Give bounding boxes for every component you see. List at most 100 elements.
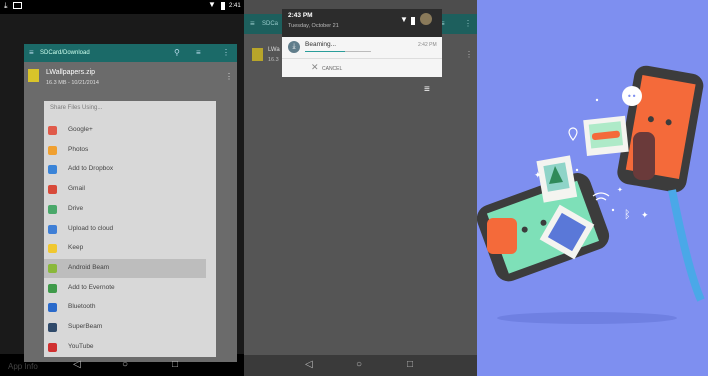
share-option-label: Bluetooth [68,303,96,311]
wifi-icon: ▼ [208,0,216,9]
share-option-label: SuperBeam [68,323,103,330]
overflow-menu-icon[interactable]: ⋮ [464,19,472,28]
share-option[interactable]: Add to Evernote [44,279,206,298]
beaming-progress-fill [305,51,345,52]
overflow-menu-icon[interactable]: ⋮ [222,48,230,57]
share-option[interactable]: Android Beam [44,258,206,278]
file-list: LWa 16.3 ⋮ ≡ [244,34,477,355]
share-option-label: Android Beam [68,263,110,271]
cancel-button[interactable]: CANCEL [322,66,342,72]
notif-time: 2:43 PM [288,12,313,19]
battery-icon [411,17,415,25]
add-to-dropbox-icon [48,165,57,175]
beaming-label: Beaming... [305,41,337,48]
upper-phone [617,65,704,193]
location-icon [568,127,578,141]
battery-icon [221,2,225,10]
add-to-evernote-icon [48,283,57,293]
google--icon [48,126,57,135]
drive-icon [48,204,57,214]
sparkle-icon: ✦ [534,171,542,181]
share-option[interactable]: Bluetooth [44,298,206,317]
back-button[interactable]: ◁ [73,359,81,371]
status-bar: ⤓ ▼ 2:41 [0,0,244,14]
file-name: LWa [268,47,280,53]
beaming-time: 2:42 PM [418,42,437,48]
menu-icon[interactable]: ≡ [250,19,255,28]
notification-header: 2:43 PM Tuesday, October 21 ▼ [282,9,442,37]
file-overflow-icon[interactable]: ⋮ [225,72,233,81]
back-button[interactable]: ◁ [305,359,313,371]
beaming-notification[interactable]: ⤓ Beaming... 2:42 PM ✕ CANCEL [282,37,442,77]
notif-divider [282,58,442,59]
share-option-label: Gmail [68,185,85,193]
beaming-screen: ≡ SDCa ≡ ⋮ LWa 16.3 ⋮ ≡ 2:43 PM Tuesday,… [244,0,477,376]
share-option-label: Upload to cloud [68,224,114,232]
share-option[interactable]: YouTube [44,338,206,357]
app-bar-title: SDCa [262,21,279,27]
sparkle-icon: ✦ [617,186,623,194]
home-button[interactable]: ○ [122,359,128,371]
svg-text:••: •• [627,92,636,101]
keep-icon [48,244,57,254]
beam-icon: ≡ [424,84,430,95]
menu-icon[interactable]: ≡ [29,48,34,57]
share-option-label: Google+ [68,126,93,133]
recents-button[interactable]: □ [407,359,413,371]
share-option-label: Keep [68,244,84,252]
avatar[interactable] [420,13,432,25]
superbeam-icon [48,323,57,332]
nav-bar: ◁ ○ □ [244,355,477,376]
trail [668,189,705,302]
search-icon[interactable]: ⚲ [174,48,180,57]
upper-hand [633,132,655,180]
share-sheet: Share Files Using... Google+ Photos Add to… [44,101,216,357]
share-option-label: YouTube [68,342,94,350]
app-bar: ≡ SDCard/Download ⚲ ≡ ⋮ [24,44,237,62]
zip-icon [252,48,263,61]
shadow-ellipse [497,312,677,324]
bluetooth-icon: ᛒ [624,208,631,221]
recents-button[interactable]: □ [172,359,178,371]
share-option[interactable]: Upload to cloud [44,220,206,239]
android-beam-illustration: •• ᛒ ✦ ✦ ✦ [477,0,708,376]
share-option-label: Add to Evernote [68,283,115,291]
beam-illustration-svg: •• ᛒ ✦ ✦ ✦ [477,65,705,324]
wifi-icon: ▼ [400,15,408,24]
lower-hand [487,218,517,254]
home-button[interactable]: ○ [356,359,362,371]
sort-icon[interactable]: ≡ [196,48,201,57]
image-icon [13,2,22,9]
android-beam-icon [48,263,57,273]
photos-icon [48,145,57,155]
share-sheet-title: Share Files Using... [50,105,103,111]
download-icon: ⤓ [4,1,8,10]
share-option[interactable]: Photos [44,141,206,160]
share-option[interactable]: Google+ [44,121,206,140]
share-option[interactable]: Keep [44,239,206,258]
file-meta: 16.3 [268,57,279,63]
file-name: LWallpapers.zip [46,69,96,76]
share-option[interactable]: Gmail [44,180,206,199]
zip-icon [28,69,39,82]
share-option-label: Drive [68,204,84,212]
bluetooth-icon [48,303,57,313]
notif-date: Tuesday, October 21 [288,23,339,29]
youtube-icon [48,342,57,352]
file-row[interactable]: LWallpapers.zip 16.3 MB - 10/21/2014 ⋮ [24,62,237,92]
file-overflow-icon[interactable]: ⋮ [465,50,473,59]
nav-bar: ◁ ○ □ [0,355,244,376]
status-time: 2:41 [229,3,241,9]
share-option-label: Photos [68,145,89,153]
upload-to-cloud-icon [48,224,57,234]
close-icon[interactable]: ✕ [311,62,319,73]
share-option[interactable]: Add to Dropbox [44,160,206,179]
share-option[interactable]: Drive [44,200,206,219]
app-bar-title: SDCard/Download [40,50,90,56]
gmail-icon [48,185,57,195]
file-meta: 16.3 MB - 10/21/2014 [46,80,99,86]
share-option-label: Add to Dropbox [68,165,114,173]
download-icon: ⤓ [288,41,300,53]
beaming-progress-track [305,51,371,52]
share-option[interactable]: SuperBeam [44,318,206,337]
